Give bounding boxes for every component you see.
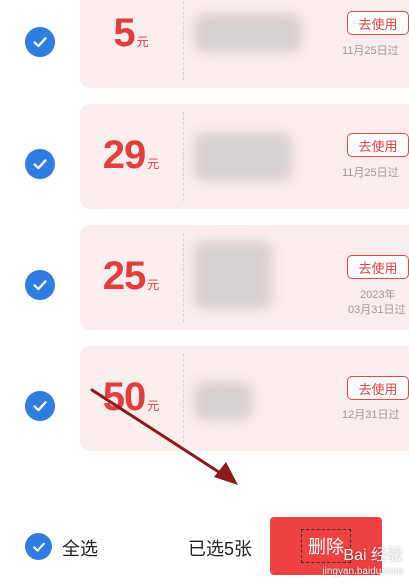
coupon-list: 5元 去使用 11月25日过 29 元 去使用 11月25日过 25 元 去使用… bbox=[0, 0, 409, 500]
blurred-coupon-info bbox=[193, 132, 293, 182]
coupon-amount-unit: 元 bbox=[147, 278, 160, 292]
use-coupon-button[interactable]: 去使用 bbox=[347, 133, 409, 157]
coupon-card[interactable]: 25 元 去使用 2023年 03月31日过 bbox=[80, 225, 409, 330]
coupon-checkbox[interactable] bbox=[25, 149, 55, 179]
coupon-expiry-line: 2023年 bbox=[360, 289, 396, 301]
coupon-amount-value: 25 bbox=[102, 254, 146, 298]
coupon-checkbox[interactable] bbox=[25, 270, 55, 300]
use-coupon-button[interactable]: 去使用 bbox=[347, 11, 409, 35]
use-coupon-button[interactable]: 去使用 bbox=[347, 376, 409, 400]
coupon-row[interactable]: 50 元 去使用 12月31日过 bbox=[0, 346, 409, 451]
blurred-coupon-info bbox=[193, 240, 273, 310]
watermark-sub: jingyan.baidu.com bbox=[322, 566, 403, 577]
select-all-label[interactable]: 全选 bbox=[62, 535, 98, 561]
coupon-row[interactable]: 5元 去使用 11月25日过 bbox=[0, 0, 409, 88]
coupon-amount-unit: 元 bbox=[147, 399, 160, 413]
coupon-row[interactable]: 25 元 去使用 2023年 03月31日过 bbox=[0, 225, 409, 330]
coupon-amount-value: 29 bbox=[102, 133, 146, 177]
coupon-expiry: 11月25日过 bbox=[342, 44, 409, 59]
coupon-amount-value: 50 bbox=[102, 375, 146, 419]
coupon-expiry: 12月31日过 bbox=[342, 408, 409, 423]
coupon-expiry-line: 11月25日过 bbox=[342, 45, 399, 57]
selected-count: 已选5张 bbox=[188, 539, 253, 559]
use-coupon-button[interactable]: 去使用 bbox=[347, 255, 409, 279]
coupon-checkbox[interactable] bbox=[25, 27, 55, 57]
coupon-divider bbox=[183, 354, 184, 443]
watermark: Bai 经验 jingyan.baidu.com bbox=[322, 548, 403, 580]
coupon-expiry: 2023年 03月31日过 bbox=[348, 288, 409, 318]
checkmark-icon bbox=[33, 159, 47, 170]
blurred-coupon-info bbox=[193, 381, 253, 421]
coupon-amount-value: 5 bbox=[113, 11, 135, 55]
coupon-card[interactable]: 50 元 去使用 12月31日过 bbox=[80, 346, 409, 451]
coupon-checkbox[interactable] bbox=[25, 391, 55, 421]
select-all-checkbox[interactable] bbox=[25, 533, 52, 560]
coupon-row[interactable]: 29 元 去使用 11月25日过 bbox=[0, 104, 409, 209]
coupon-divider bbox=[183, 0, 184, 80]
coupon-expiry: 11月25日过 bbox=[342, 166, 409, 181]
coupon-card[interactable]: 29 元 去使用 11月25日过 bbox=[80, 104, 409, 209]
coupon-card[interactable]: 5元 去使用 11月25日过 bbox=[80, 0, 409, 88]
coupon-amount: 29 元 bbox=[80, 133, 182, 178]
coupon-expiry-line: 11月25日过 bbox=[342, 167, 399, 179]
coupon-expiry-line: 12月31日过 bbox=[342, 409, 400, 421]
coupon-amount: 5元 bbox=[80, 11, 182, 56]
coupon-amount: 25 元 bbox=[80, 254, 182, 299]
checkmark-icon bbox=[32, 542, 45, 552]
watermark-main: Bai 经验 bbox=[343, 547, 403, 564]
coupon-expiry-line: 03月31日过 bbox=[348, 304, 406, 316]
checkmark-icon bbox=[33, 280, 47, 291]
checkmark-icon bbox=[33, 37, 47, 48]
coupon-amount-unit: 元 bbox=[136, 35, 149, 49]
coupon-divider bbox=[183, 112, 184, 201]
coupon-amount-unit: 元 bbox=[147, 157, 160, 171]
checkmark-icon bbox=[33, 401, 47, 412]
coupon-amount: 50 元 bbox=[80, 375, 182, 420]
blurred-coupon-info bbox=[193, 13, 303, 53]
coupon-divider bbox=[183, 233, 184, 322]
